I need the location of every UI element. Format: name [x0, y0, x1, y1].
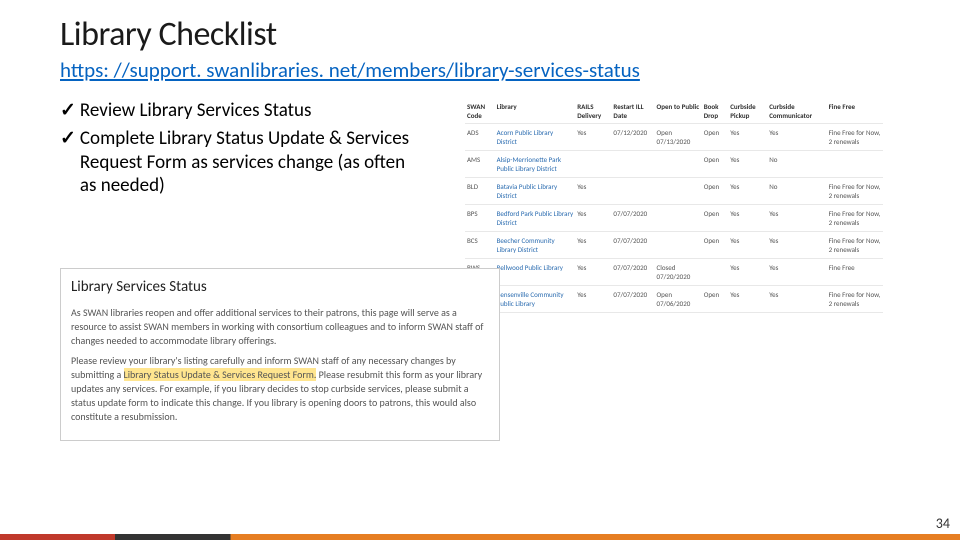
lss-highlight: Library Status Update & Services Request… — [124, 368, 317, 381]
check-icon: ✓ — [60, 99, 76, 123]
lss-paragraph-2: Please review your library's listing car… — [71, 354, 489, 424]
bullet-item: ✓ Complete Library Status Update & Servi… — [60, 127, 425, 198]
table-screenshot: SWAN Code Library RAILS Delivery Restart… — [425, 99, 960, 313]
bullet-text: Review Library Services Status — [80, 99, 312, 123]
col-rails: RAILS Delivery — [575, 99, 611, 124]
bullet-item: ✓ Review Library Services Status — [60, 99, 425, 123]
source-url-link[interactable]: https: //support. swanlibraries. net/mem… — [0, 55, 960, 83]
check-icon: ✓ — [60, 127, 76, 151]
library-services-status-box: Library Services Status As SWAN librarie… — [60, 268, 500, 441]
bullet-text: Complete Library Status Update & Service… — [80, 127, 425, 198]
col-fine: Fine Free — [827, 99, 883, 124]
col-drop: Book Drop — [702, 99, 728, 124]
lss-paragraph-1: As SWAN libraries reopen and offer addit… — [71, 306, 489, 348]
page-number: 34 — [936, 515, 950, 532]
col-swan-code: SWAN Code — [465, 99, 495, 124]
col-curb: Curbside Pickup — [728, 99, 767, 124]
col-comm: Curbside Communicator — [767, 99, 826, 124]
table-row: BVDBensenville Community Public LibraryY… — [465, 286, 883, 313]
table-row: AMSAlsip-Merrionette Park Public Library… — [465, 151, 883, 178]
col-open: Open to Public — [655, 99, 702, 124]
col-library: Library — [495, 99, 576, 124]
table-header-row: SWAN Code Library RAILS Delivery Restart… — [465, 99, 883, 124]
lss-heading: Library Services Status — [71, 277, 489, 298]
table-row: BWSBellwood Public LibraryYes07/07/2020C… — [465, 259, 883, 286]
col-ill: Restart ILL Date — [611, 99, 654, 124]
slide-accent-bar — [0, 534, 960, 540]
table-row: BLDBatavia Public Library DistrictYesOpe… — [465, 178, 883, 205]
table-row: BCSBeecher Community Library DistrictYes… — [465, 232, 883, 259]
table-row: BPSBedford Park Public Library DistrictY… — [465, 205, 883, 232]
status-table: SWAN Code Library RAILS Delivery Restart… — [465, 99, 883, 313]
slide-title: Library Checklist — [0, 14, 960, 55]
table-row: ADSAcorn Public Library DistrictYes07/12… — [465, 124, 883, 151]
